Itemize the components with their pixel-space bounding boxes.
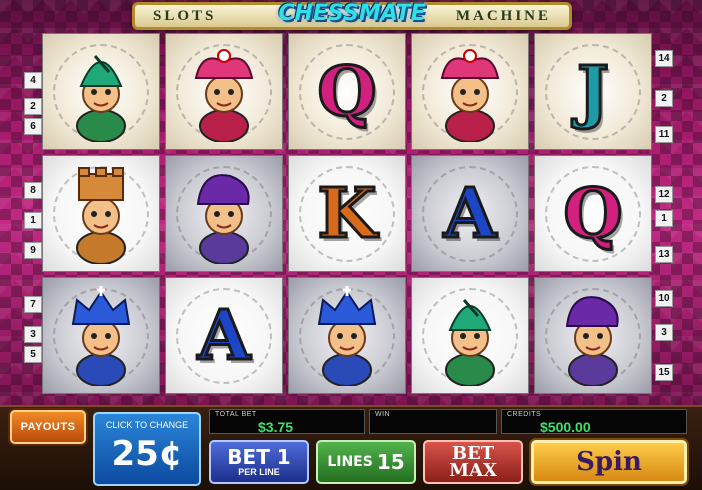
queen-character (428, 42, 512, 143)
win-meter: WIN (369, 409, 497, 434)
reel-cell-r0-c2: Q (288, 33, 406, 150)
total-bet-label: TOTAL BET (215, 411, 257, 418)
payline-right-4[interactable]: 1 (655, 210, 673, 227)
reel-cell-r1-c1 (165, 155, 283, 272)
king-character (305, 285, 389, 387)
bet-one-button[interactable]: BET 1 PER LINE (209, 440, 309, 484)
payline-left-6[interactable]: 7 (24, 296, 42, 313)
lines-button[interactable]: LINES 15 (316, 440, 416, 484)
payline-right-8[interactable]: 15 (655, 364, 673, 381)
payouts-button[interactable]: PAYOUTS (10, 410, 86, 444)
payline-right-2[interactable]: 11 (655, 126, 673, 143)
king-character (59, 285, 143, 387)
reel-cell-r0-c0 (42, 33, 160, 150)
payline-left-8[interactable]: 5 (24, 346, 42, 363)
reel-cell-r1-c2: K (288, 155, 406, 272)
payline-left-2[interactable]: 6 (24, 118, 42, 135)
bet-max-line2: MAX (449, 460, 497, 481)
payline-right-3[interactable]: 12 (655, 186, 673, 203)
payline-right-0[interactable]: 14 (655, 50, 673, 67)
bet-max-button[interactable]: BET MAX (423, 440, 523, 484)
q-symbol: Q (316, 51, 378, 132)
total-bet-meter: TOTAL BET $3.75 (209, 409, 365, 435)
payline-left-4[interactable]: 1 (24, 212, 42, 229)
payline-right-5[interactable]: 13 (655, 246, 673, 263)
bishop-character (428, 286, 512, 387)
a-symbol: A (196, 295, 252, 376)
bishop-character (59, 42, 143, 143)
j-symbol: J (575, 51, 610, 132)
pawn-character (182, 164, 266, 265)
k-symbol: K (316, 173, 378, 254)
lines-label: LINES (327, 454, 373, 470)
reel-cell-r2-c3 (411, 277, 529, 394)
spin-button[interactable]: Spin (531, 440, 687, 484)
reel-cell-r2-c0 (42, 277, 160, 394)
reel-cell-r1-c0 (42, 155, 160, 272)
rook-character (59, 164, 143, 265)
reel-cell-r0-c1 (165, 33, 283, 150)
reel-cell-r0-c3 (411, 33, 529, 150)
a-symbol: A (442, 173, 498, 254)
reel-cell-r2-c1: A (165, 277, 283, 394)
credits-label: CREDITS (507, 411, 542, 418)
payline-left-5[interactable]: 9 (24, 242, 42, 259)
payline-left-7[interactable]: 3 (24, 326, 42, 343)
credits-value: $500.00 (540, 419, 591, 435)
title-machine: MACHINE (455, 7, 551, 24)
win-label: WIN (375, 411, 391, 418)
lines-value: 15 (376, 450, 405, 474)
payline-left-0[interactable]: 4 (24, 72, 42, 89)
total-bet-value: $3.75 (258, 419, 294, 435)
coin-value-button[interactable]: CLICK TO CHANGE 25¢ (93, 412, 201, 486)
bet-one-label: BET 1 (227, 445, 291, 469)
reel-cell-r1-c4: Q (534, 155, 652, 272)
payline-right-1[interactable]: 2 (655, 90, 673, 107)
q-symbol: Q (562, 173, 624, 254)
bet-per-line-label: PER LINE (238, 467, 280, 477)
reel-cell-r2-c4 (534, 277, 652, 394)
credits-meter: CREDITS $500.00 (501, 409, 687, 435)
coin-value: 25¢ (111, 434, 183, 474)
payline-left-3[interactable]: 8 (24, 182, 42, 199)
change-hint: CLICK TO CHANGE (105, 420, 189, 430)
reel-cell-r0-c4: J (534, 33, 652, 150)
queen-character (182, 42, 266, 143)
reel-cell-r2-c2 (288, 277, 406, 394)
chessmate-logo: CHESSMATE (278, 1, 426, 26)
payline-right-6[interactable]: 10 (655, 290, 673, 307)
payline-left-1[interactable]: 2 (24, 98, 42, 115)
title-slots: SLOTS (153, 7, 217, 24)
reel-cell-r1-c3: A (411, 155, 529, 272)
payline-right-7[interactable]: 3 (655, 324, 673, 341)
reel-grid: QJKAQA (42, 33, 654, 398)
pawn-character (551, 286, 635, 387)
